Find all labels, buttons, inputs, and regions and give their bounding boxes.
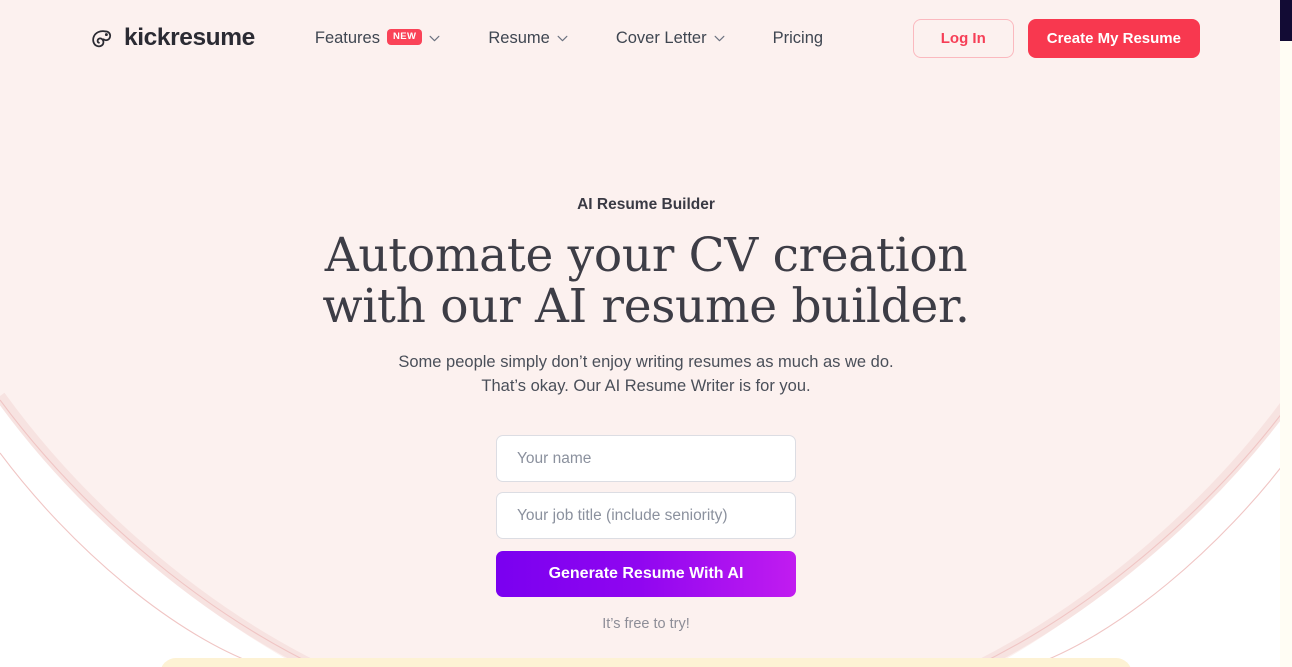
chevron-down-icon [557,35,568,41]
hero-subtitle: Some people simply don’t enjoy writing r… [0,350,1292,399]
free-to-try-note: It’s free to try! [602,616,690,633]
site-header: kickresume Features NEW Resume Cover Let… [0,0,1292,76]
nav-label-pricing: Pricing [772,28,824,47]
nav-label-cover-letter: Cover Letter [615,28,707,47]
hero-section: AI Resume Builder Automate your CV creat… [0,76,1292,632]
hero-sub-line-1: Some people simply don’t enjoy writing r… [398,352,894,371]
nav-item-resume[interactable]: Resume [464,22,591,55]
hero-eyebrow: AI Resume Builder [577,196,715,213]
nav-item-features[interactable]: Features NEW [291,22,465,55]
logo-eye [104,32,108,36]
chevron-down-icon [429,35,440,41]
nav-item-cover-letter[interactable]: Cover Letter [592,22,749,55]
chevron-down-icon [714,35,725,41]
page-scrollbar-thumb[interactable] [1280,0,1292,41]
brand-name: kickresume [124,24,255,51]
login-button[interactable]: Log In [912,18,1014,58]
hero-title-line-1: Automate your CV creation [324,228,968,283]
nav-item-pricing[interactable]: Pricing [749,22,847,55]
header-actions: Log In Create My Resume [912,18,1280,58]
bottom-yellow-panel [160,658,1132,667]
kickresume-logo-icon [92,29,112,47]
brand-logo-link[interactable]: kickresume [88,24,255,52]
name-input[interactable] [496,435,796,483]
hero-title-line-2: with our AI resume builder. [322,278,970,334]
create-my-resume-button[interactable]: Create My Resume [1027,18,1200,58]
page-title: Automate your CV creation with our AI re… [296,228,996,334]
page-scrollbar-track[interactable] [1280,0,1292,667]
new-badge: NEW [386,29,423,45]
nav-label-features: Features [314,28,380,47]
generate-resume-button[interactable]: Generate Resume With AI [496,551,796,598]
hero-sub-line-2: That’s okay. Our AI Resume Writer is for… [481,376,811,395]
ai-resume-form: Generate Resume With AI [496,435,796,598]
nav-label-resume: Resume [488,28,550,47]
main-navigation: Features NEW Resume Cover Letter Pricing [291,22,847,55]
job-title-input[interactable] [496,492,796,540]
